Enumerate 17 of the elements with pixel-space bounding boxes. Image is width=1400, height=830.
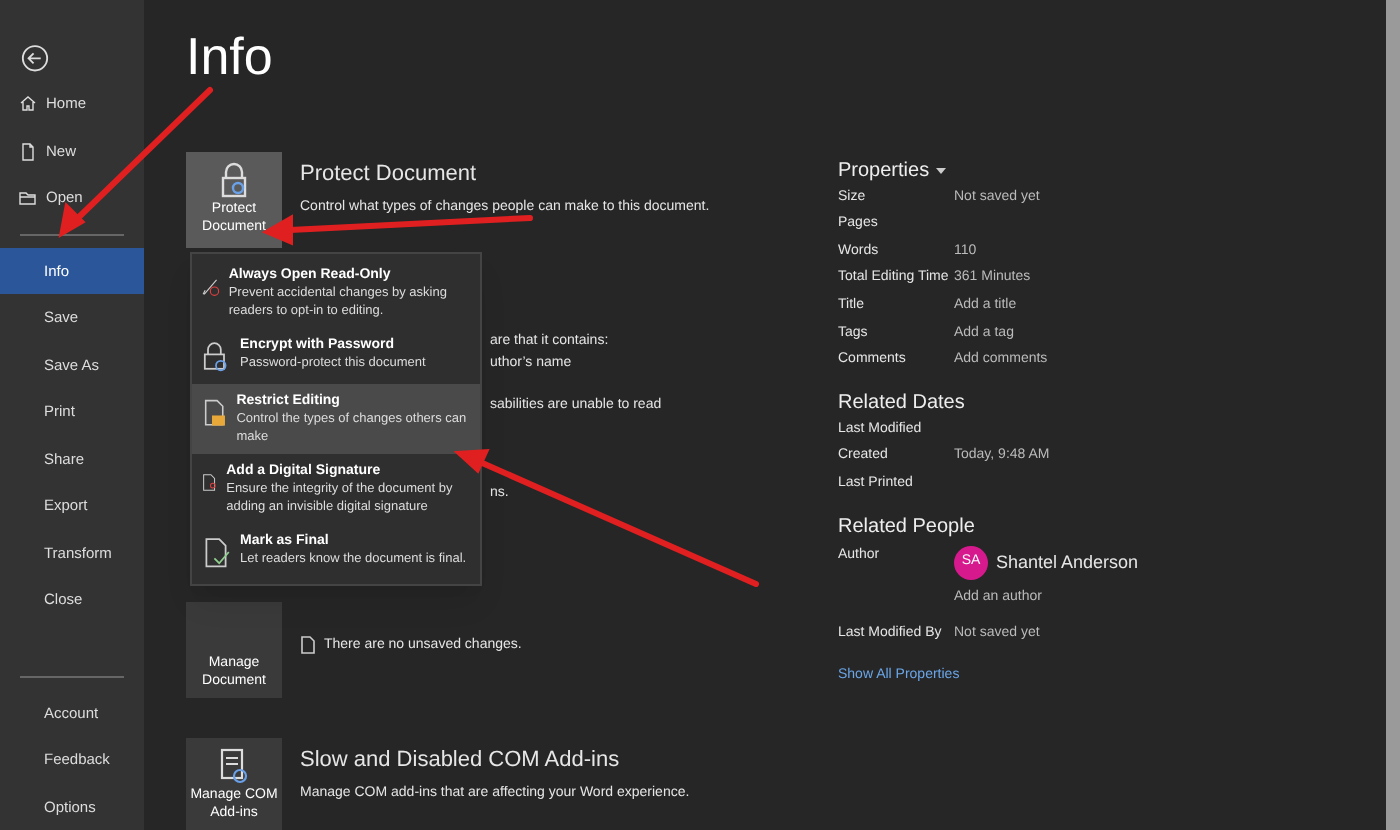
section-heading: Slow and Disabled COM Add-ins [300, 746, 622, 776]
lock-icon [218, 160, 250, 200]
scrollbar[interactable] [1386, 0, 1400, 830]
back-icon[interactable] [18, 44, 52, 73]
author-name: Shantel Anderson [996, 549, 1139, 576]
section-heading: Properties [838, 158, 930, 184]
page-title: Info [186, 24, 275, 88]
document-icon [300, 636, 316, 654]
document-icon [200, 532, 232, 572]
lock-icon [200, 336, 232, 376]
section-heading: Protect Document [300, 160, 479, 190]
home-icon [18, 94, 38, 115]
section-heading: Related Dates [838, 390, 965, 417]
document-icon [18, 141, 38, 162]
folder-icon [18, 188, 38, 209]
section-heading: Related People [838, 513, 975, 540]
caret-icon[interactable] [935, 168, 946, 174]
